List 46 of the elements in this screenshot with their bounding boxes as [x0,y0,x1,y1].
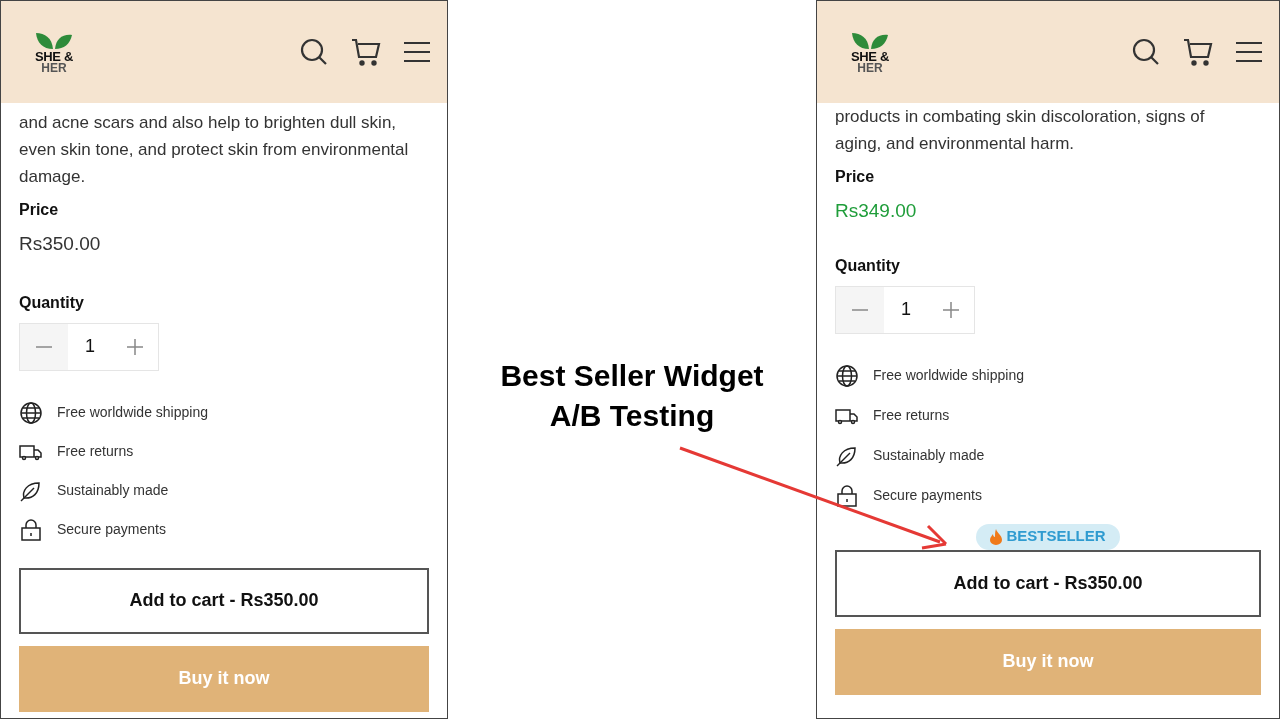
globe-icon [835,363,859,388]
add-to-cart-button[interactable]: Add to cart - Rs350.00 [19,567,429,634]
feature-text: Free worldwide shipping [57,403,208,422]
bestseller-badge: BESTSELLER [976,523,1120,550]
globe-icon [19,400,43,425]
logo-text: HER [857,62,883,74]
logo[interactable]: SHE & HER [845,30,895,74]
plus-icon [127,338,143,355]
feature-text: Free worldwide shipping [873,366,1024,385]
menu-icon[interactable] [403,40,431,64]
logo[interactable]: SHE & HER [29,30,79,74]
feature-text: Sustainably made [57,481,169,500]
search-icon[interactable] [1131,37,1161,67]
price-label: Price [19,200,60,220]
product-price: Rs350.00 [19,232,102,256]
logo-text: HER [41,62,67,74]
price-label: Price [835,167,876,187]
feature-text: Free returns [873,406,950,425]
padlock-icon [19,517,43,542]
menu-icon[interactable] [1235,40,1263,64]
quantity-label: Quantity [19,292,85,313]
leaves-icon [851,30,889,50]
feature-text: Secure payments [873,486,982,505]
quantity-value[interactable]: 1 [68,323,112,370]
quantity-value[interactable]: 1 [884,286,928,333]
minus-icon [852,308,868,311]
product-description: products in combating skin discoloration, signs of aging, and environmental harm. [835,106,1206,155]
feature-text: Free returns [57,442,134,461]
padlock-icon [835,483,859,508]
quantity-label: Quantity [835,255,901,276]
caption-title: Best Seller Widget [500,358,764,394]
caption-title: A/B Testing [549,398,715,434]
minus-icon [36,345,52,348]
add-to-cart-button[interactable]: Add to cart - Rs350.00 [835,549,1261,617]
product-description: and acne scars and also help to brighten dull skin, even skin tone, and protect skin from environmental damage. [19,112,410,188]
logo-text: SHE & [34,50,74,63]
cart-icon[interactable] [351,37,381,67]
search-icon[interactable] [299,37,329,67]
leaves-icon [35,30,73,50]
feature-text: Sustainably made [873,446,985,465]
cart-icon[interactable] [1183,37,1213,67]
plus-icon [943,301,959,318]
feature-text: Secure payments [57,520,166,539]
flame-icon [990,528,1003,545]
product-price: Rs349.00 [835,199,918,223]
logo-text: SHE & [850,50,890,63]
